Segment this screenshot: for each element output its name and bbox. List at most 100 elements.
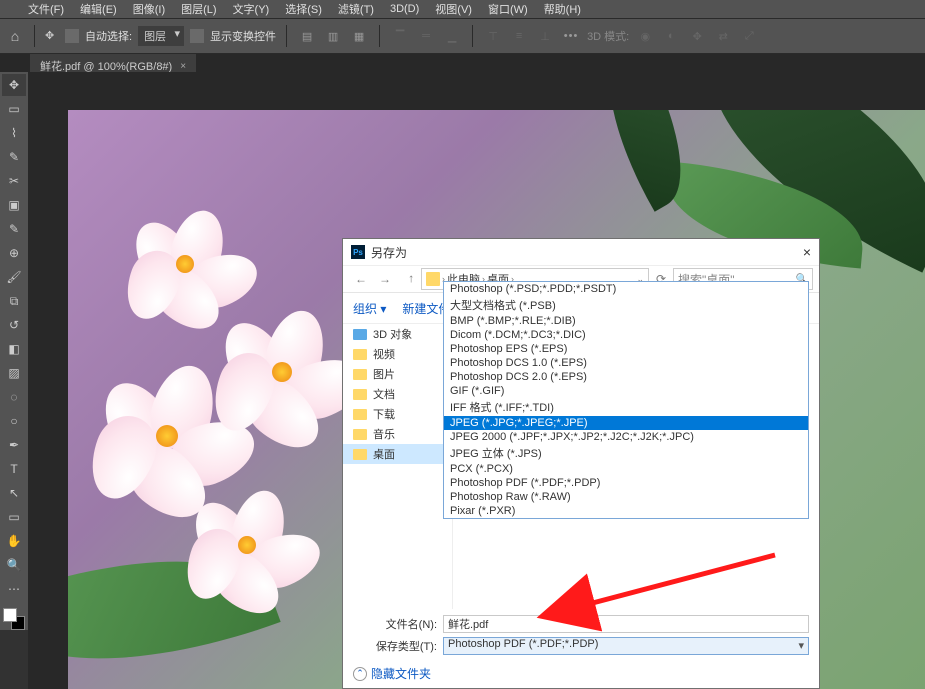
filetype-option[interactable]: Photoshop DCS 2.0 (*.EPS)	[444, 370, 808, 384]
menu-window[interactable]: 窗口(W)	[488, 1, 528, 17]
menu-filter[interactable]: 滤镜(T)	[338, 1, 374, 17]
shape-tool[interactable]: ▭	[2, 506, 26, 528]
filetype-option[interactable]: BMP (*.BMP;*.RLE;*.DIB)	[444, 314, 808, 328]
layer-select[interactable]: 图层	[138, 26, 184, 46]
menu-select[interactable]: 选择(S)	[285, 1, 322, 17]
zoom-tool[interactable]: 🔍	[2, 554, 26, 576]
menu-bar: 文件(F) 编辑(E) 图像(I) 图层(L) 文字(Y) 选择(S) 滤镜(T…	[0, 0, 925, 18]
close-icon[interactable]: ×	[803, 244, 811, 260]
filename-input[interactable]	[443, 615, 809, 633]
filetype-option[interactable]: PCX (*.PCX)	[444, 462, 808, 476]
distribute-mid-icon[interactable]: ≡	[509, 26, 529, 46]
menu-text[interactable]: 文字(Y)	[233, 1, 270, 17]
hide-folders-toggle[interactable]: ⌃ 隐藏文件夹	[353, 665, 431, 682]
align-top-icon[interactable]: ▔	[390, 26, 410, 46]
filetype-option[interactable]: Photoshop PDF (*.PDF;*.PDP)	[444, 476, 808, 490]
move-tool[interactable]: ✥	[2, 74, 26, 96]
align-vcenter-icon[interactable]: ═	[416, 26, 436, 46]
type-tool[interactable]: T	[2, 458, 26, 480]
sidebar-item[interactable]: 文档	[343, 384, 452, 404]
dialog-fields: 文件名(N): 保存类型(T): Photoshop PDF (*.PDF;*.…	[343, 609, 819, 659]
align-left-icon[interactable]: ▤	[297, 26, 317, 46]
color-swatches[interactable]	[3, 608, 25, 630]
menu-file[interactable]: 文件(F)	[28, 1, 64, 17]
filetype-option[interactable]: Dicom (*.DCM;*.DC3;*.DIC)	[444, 328, 808, 342]
savetype-label: 保存类型(T):	[353, 638, 437, 654]
filetype-option[interactable]: JPEG 立体 (*.JPS)	[444, 444, 808, 462]
divider	[34, 25, 35, 47]
heal-tool[interactable]: ⊕	[2, 242, 26, 264]
align-center-icon[interactable]: ▥	[323, 26, 343, 46]
lasso-tool[interactable]: ⌇	[2, 122, 26, 144]
foreground-color[interactable]	[3, 608, 17, 622]
quick-select-tool[interactable]: ✎	[2, 146, 26, 168]
pan-icon[interactable]: ✥	[687, 26, 707, 46]
path-tool[interactable]: ↖	[2, 482, 26, 504]
edit-toolbar[interactable]: ⋯	[2, 578, 26, 600]
nav-forward-icon[interactable]: →	[373, 267, 397, 291]
savetype-select[interactable]: Photoshop PDF (*.PDF;*.PDP)	[443, 637, 809, 655]
save-as-dialog: Ps 另存为 × ← → → › 此电脑 › 桌面 › ⌄ ⟳ 搜索"桌面" 🔍…	[342, 238, 820, 689]
distribute-top-icon[interactable]: ⊤	[483, 26, 503, 46]
orbit-icon[interactable]: ◉	[635, 26, 655, 46]
hand-tool[interactable]: ✋	[2, 530, 26, 552]
filetype-option[interactable]: Photoshop Raw (*.RAW)	[444, 490, 808, 504]
history-brush-tool[interactable]: ↺	[2, 314, 26, 336]
filetype-option[interactable]: Photoshop (*.PSD;*.PDD;*.PSDT)	[444, 282, 808, 296]
eraser-tool[interactable]: ◧	[2, 338, 26, 360]
nav-up-icon[interactable]: →	[397, 267, 421, 291]
menu-edit[interactable]: 编辑(E)	[80, 1, 117, 17]
filetype-option-jpeg[interactable]: JPEG (*.JPG;*.JPEG;*.JPE)	[444, 416, 808, 430]
sidebar-item[interactable]: 3D 对象	[343, 324, 452, 344]
filetype-option[interactable]: JPEG 2000 (*.JPF;*.JPX;*.JP2;*.J2C;*.J2K…	[444, 430, 808, 444]
dodge-tool[interactable]: ○	[2, 410, 26, 432]
roll-icon[interactable]: ◐	[661, 26, 681, 46]
distribute-bot-icon[interactable]: ⊥	[535, 26, 555, 46]
home-button[interactable]: ⌂	[6, 27, 24, 45]
frame-tool[interactable]: ▣	[2, 194, 26, 216]
eyedropper-tool[interactable]: ✎	[2, 218, 26, 240]
organize-menu[interactable]: 组织 ▾	[353, 300, 386, 317]
transform-checkbox[interactable]	[190, 29, 204, 43]
sidebar-item[interactable]: 音乐	[343, 424, 452, 444]
transform-label: 显示变换控件	[210, 28, 276, 44]
zoom-icon[interactable]: ⤢	[739, 26, 759, 46]
filetype-option[interactable]: Photoshop DCS 1.0 (*.EPS)	[444, 356, 808, 370]
sidebar-item[interactable]: 图片	[343, 364, 452, 384]
filetype-option[interactable]: Photoshop EPS (*.EPS)	[444, 342, 808, 356]
divider	[379, 25, 380, 47]
align-bottom-icon[interactable]: ▁	[442, 26, 462, 46]
chevron-up-icon: ⌃	[353, 667, 367, 681]
gradient-tool[interactable]: ▨	[2, 362, 26, 384]
dialog-titlebar[interactable]: Ps 另存为 ×	[343, 239, 819, 265]
filetype-option[interactable]: GIF (*.GIF)	[444, 384, 808, 398]
folder-icon	[426, 272, 440, 286]
menu-image[interactable]: 图像(I)	[133, 1, 165, 17]
blur-tool[interactable]: ◌	[2, 386, 26, 408]
filetype-option[interactable]: IFF 格式 (*.IFF;*.TDI)	[444, 398, 808, 416]
brush-tool[interactable]: 🖌	[2, 266, 26, 288]
menu-layer[interactable]: 图层(L)	[181, 1, 216, 17]
sidebar-item-desktop[interactable]: 桌面	[343, 444, 452, 464]
menu-view[interactable]: 视图(V)	[435, 1, 472, 17]
slide-icon[interactable]: ⇄	[713, 26, 733, 46]
close-icon[interactable]: ×	[180, 61, 186, 72]
folder-tree: 3D 对象 视频 图片 文档 下载 音乐 桌面	[343, 324, 453, 609]
align-right-icon[interactable]: ▦	[349, 26, 369, 46]
divider	[286, 25, 287, 47]
photoshop-icon: Ps	[351, 245, 365, 259]
more-icon[interactable]: •••	[561, 26, 581, 46]
stamp-tool[interactable]: ⧉	[2, 290, 26, 312]
move-tool-icon: ✥	[45, 29, 59, 43]
auto-select-checkbox[interactable]	[65, 29, 79, 43]
sidebar-item[interactable]: 下载	[343, 404, 452, 424]
marquee-tool[interactable]: ▭	[2, 98, 26, 120]
menu-help[interactable]: 帮助(H)	[544, 1, 581, 17]
filetype-option[interactable]: Pixar (*.PXR)	[444, 504, 808, 518]
nav-back-icon[interactable]: ←	[349, 267, 373, 291]
crop-tool[interactable]: ✂	[2, 170, 26, 192]
sidebar-item[interactable]: 视频	[343, 344, 452, 364]
menu-3d[interactable]: 3D(D)	[390, 3, 419, 15]
pen-tool[interactable]: ✒	[2, 434, 26, 456]
filetype-option[interactable]: 大型文档格式 (*.PSB)	[444, 296, 808, 314]
